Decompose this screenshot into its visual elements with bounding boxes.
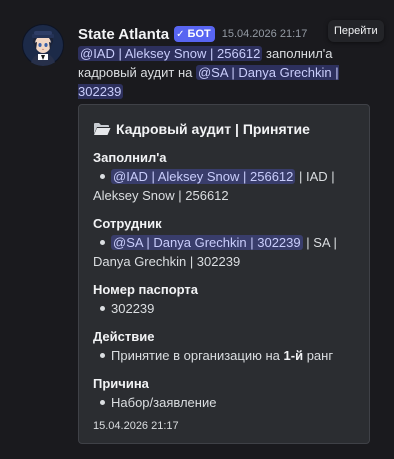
field-filler-rest2: Aleksey Snow | 256612 — [93, 188, 229, 203]
message-text-action: заполнил'а — [266, 46, 333, 61]
bot-badge-label: БОТ — [187, 28, 211, 40]
verified-check-icon: ✓ — [176, 28, 185, 40]
field-action-suffix: ранг — [306, 348, 334, 363]
bullet-icon — [100, 400, 105, 405]
field-passport: Номер паспорта 302239 — [93, 281, 355, 318]
field-employee-value: @SA | Danya Grechkin | 302239 | SA | Dan… — [93, 233, 355, 271]
bullet-icon — [100, 174, 105, 179]
bullet-icon — [100, 306, 105, 311]
field-passport-text: 302239 — [111, 301, 155, 316]
bullet-icon — [100, 353, 105, 358]
message-content: @IAD | Aleksey Snow | 256612 заполнил'а … — [78, 44, 383, 101]
field-passport-name: Номер паспорта — [93, 282, 199, 297]
open-folder-icon — [94, 123, 111, 135]
mention-filler[interactable]: @IAD | Aleksey Snow | 256612 — [78, 46, 263, 61]
field-reason: Причина Набор/заявление — [93, 375, 355, 412]
field-employee-name: Сотрудник — [93, 216, 162, 231]
field-filler-name: Заполнил'а — [93, 150, 167, 165]
embed-footer-timestamp: 15.04.2026 21:17 — [93, 420, 179, 432]
message-timestamp[interactable]: 15.04.2026 21:17 — [222, 28, 308, 40]
field-employee-rest1: | SA | — [306, 235, 337, 250]
message-text-audit: кадровый аудит на — [78, 65, 193, 80]
field-action-rank: 1-й — [283, 348, 304, 363]
bullet-icon — [100, 240, 105, 245]
avatar-image — [22, 24, 64, 66]
bot-badge: ✓ БОТ — [174, 26, 215, 42]
field-employee-rest2: Danya Grechkin | 302239 — [93, 254, 241, 269]
mention-employee-embed[interactable]: @SA | Danya Grechkin | 302239 — [111, 235, 303, 250]
field-action-value: Принятие в организацию на 1-й ранг — [93, 346, 355, 365]
field-reason-name: Причина — [93, 376, 149, 391]
field-reason-value: Набор/заявление — [93, 393, 355, 412]
message-header: State Atlanta ✓ БОТ 15.04.2026 21:17 — [78, 24, 307, 44]
embed-title: Кадровый аудит | Принятие — [93, 119, 355, 139]
field-reason-text: Набор/заявление — [111, 395, 217, 410]
mention-target-part2: 302239 — [78, 84, 122, 99]
goto-button[interactable]: Перейти — [328, 20, 384, 42]
field-filler-rest1: | IAD | — [299, 169, 335, 184]
author-name[interactable]: State Atlanta — [78, 26, 169, 43]
mention-target-part1: @SA | Danya Grechkin | — [197, 65, 339, 80]
field-passport-value: 302239 — [93, 299, 355, 318]
field-filler: Заполнил'а @IAD | Aleksey Snow | 256612 … — [93, 149, 355, 205]
embed-card: Кадровый аудит | Принятие Заполнил'а @IA… — [78, 104, 370, 444]
embed-title-text: Кадровый аудит | Принятие — [116, 121, 310, 137]
field-action-name: Действие — [93, 329, 155, 344]
field-action: Действие Принятие в организацию на 1-й р… — [93, 328, 355, 365]
field-employee: Сотрудник @SA | Danya Grechkin | 302239 … — [93, 215, 355, 271]
field-filler-value: @IAD | Aleksey Snow | 256612 | IAD | Ale… — [93, 167, 355, 205]
chat-message: State Atlanta ✓ БОТ 15.04.2026 21:17 Пер… — [0, 0, 394, 459]
field-action-prefix: Принятие в организацию на — [111, 348, 280, 363]
mention-filler-embed[interactable]: @IAD | Aleksey Snow | 256612 — [111, 169, 296, 184]
avatar[interactable] — [22, 24, 64, 66]
